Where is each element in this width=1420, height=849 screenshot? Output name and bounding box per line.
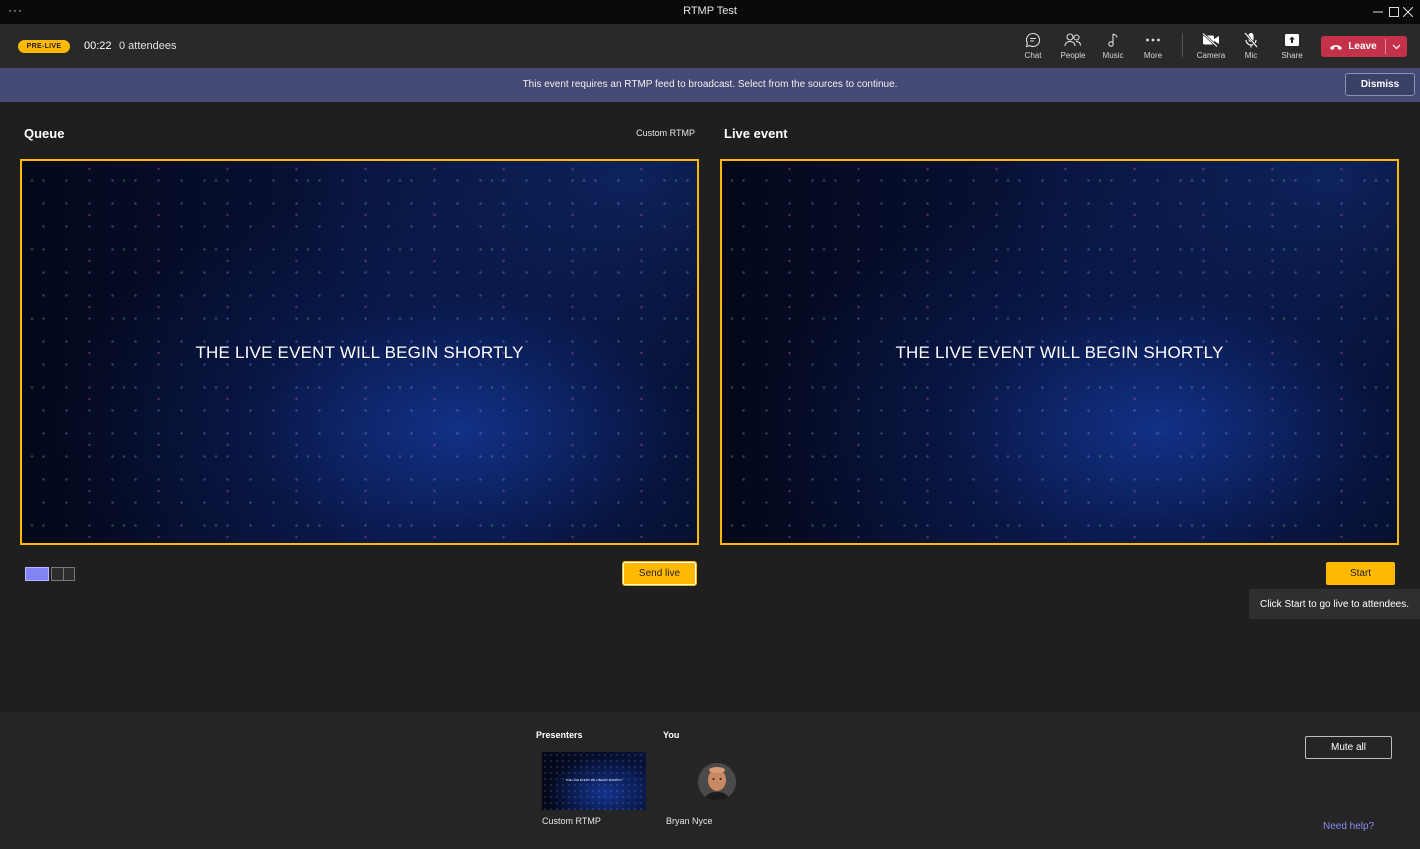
title-bar: ··· RTMP Test: [0, 0, 1420, 24]
presenters-title: Presenters: [536, 730, 583, 740]
music-label: Music: [1102, 51, 1124, 60]
leave-label: Leave: [1348, 41, 1377, 52]
camera-off-icon: [1202, 33, 1219, 47]
you-name: Bryan Nyce: [666, 816, 713, 826]
layout-split-button[interactable]: [51, 567, 75, 581]
music-icon: [1108, 33, 1118, 47]
people-button[interactable]: People: [1053, 31, 1093, 63]
window-title: RTMP Test: [683, 5, 737, 17]
queue-preview[interactable]: THE LIVE EVENT WILL BEGIN SHORTLY: [20, 159, 699, 545]
more-button[interactable]: More: [1133, 31, 1173, 63]
chat-icon: [1025, 32, 1041, 48]
dismiss-button[interactable]: Dismiss: [1345, 73, 1415, 96]
start-tooltip: Click Start to go live to attendees.: [1249, 589, 1420, 619]
phone-hangup-icon: [1330, 44, 1343, 50]
share-button[interactable]: Share: [1272, 31, 1312, 63]
status-badge: PRE-LIVE: [18, 40, 70, 53]
start-button[interactable]: Start: [1326, 562, 1395, 585]
camera-button[interactable]: Camera: [1191, 31, 1231, 63]
live-caption: THE LIVE EVENT WILL BEGIN SHORTLY: [895, 343, 1224, 362]
leave-options-button[interactable]: [1386, 36, 1407, 57]
presenter-thumbnail[interactable]: THE LIVE EVENT WILL BEGIN SHORTLY: [542, 752, 646, 810]
chat-label: Chat: [1024, 51, 1042, 60]
mute-all-button[interactable]: Mute all: [1305, 736, 1392, 759]
more-icon: [1146, 38, 1160, 42]
you-title: You: [663, 730, 680, 740]
chevron-down-icon: [1392, 44, 1401, 49]
queue-caption: THE LIVE EVENT WILL BEGIN SHORTLY: [195, 343, 524, 362]
live-event-title: Live event: [724, 126, 788, 141]
share-icon: [1285, 34, 1299, 46]
people-icon: [1064, 33, 1082, 47]
leave-button-group: Leave: [1321, 36, 1407, 57]
avatar[interactable]: [698, 763, 736, 801]
mic-button[interactable]: Mic: [1231, 31, 1271, 63]
thumbnail-caption: THE LIVE EVENT WILL BEGIN SHORTLY: [565, 778, 623, 782]
live-preview[interactable]: THE LIVE EVENT WILL BEGIN SHORTLY: [720, 159, 1399, 545]
camera-label: Camera: [1196, 51, 1226, 60]
attendee-count: 0 attendees: [119, 40, 177, 52]
people-label: People: [1060, 51, 1086, 60]
rtmp-banner: This event requires an RTMP feed to broa…: [0, 68, 1420, 102]
leave-button[interactable]: Leave: [1321, 36, 1385, 57]
presenter-name: Custom RTMP: [542, 816, 601, 826]
layout-selector: [25, 567, 75, 581]
layout-single-button[interactable]: [25, 567, 49, 581]
event-timer: 00:22: [84, 40, 112, 52]
queue-source-label: Custom RTMP: [636, 128, 695, 138]
need-help-link[interactable]: Need help?: [1323, 821, 1374, 832]
send-live-button[interactable]: Send live: [622, 561, 697, 586]
share-label: Share: [1281, 51, 1303, 60]
close-icon: [1403, 7, 1413, 17]
queue-title: Queue: [24, 126, 65, 141]
close-button[interactable]: [1392, 0, 1420, 24]
mic-label: Mic: [1244, 51, 1258, 60]
chat-button[interactable]: Chat: [1013, 31, 1053, 63]
mic-off-icon: [1244, 32, 1258, 48]
more-label: More: [1143, 51, 1163, 60]
person-photo: [698, 763, 736, 801]
music-button[interactable]: Music: [1093, 31, 1133, 63]
toolbar-separator: [1182, 33, 1183, 57]
banner-message: This event requires an RTMP feed to broa…: [522, 79, 898, 90]
